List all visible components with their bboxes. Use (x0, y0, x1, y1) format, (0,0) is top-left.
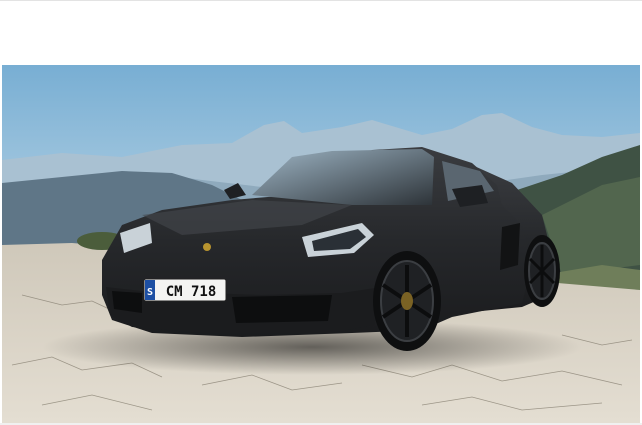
car-photo-illustration: S CM 718 (2, 65, 640, 423)
hood-badge (203, 243, 211, 251)
rear-wheel (524, 235, 560, 307)
license-plate: S CM 718 (143, 278, 227, 302)
front-wheel (373, 251, 441, 351)
plate-country-code: S (147, 287, 153, 298)
right-intake (232, 295, 332, 323)
plate-number: CM 718 (166, 284, 217, 300)
page: S CM 718 (0, 0, 642, 425)
top-divider (0, 0, 642, 1)
car-photo: S CM 718 (2, 65, 640, 423)
side-intake (500, 223, 520, 270)
front-wheel-cap (401, 292, 413, 310)
